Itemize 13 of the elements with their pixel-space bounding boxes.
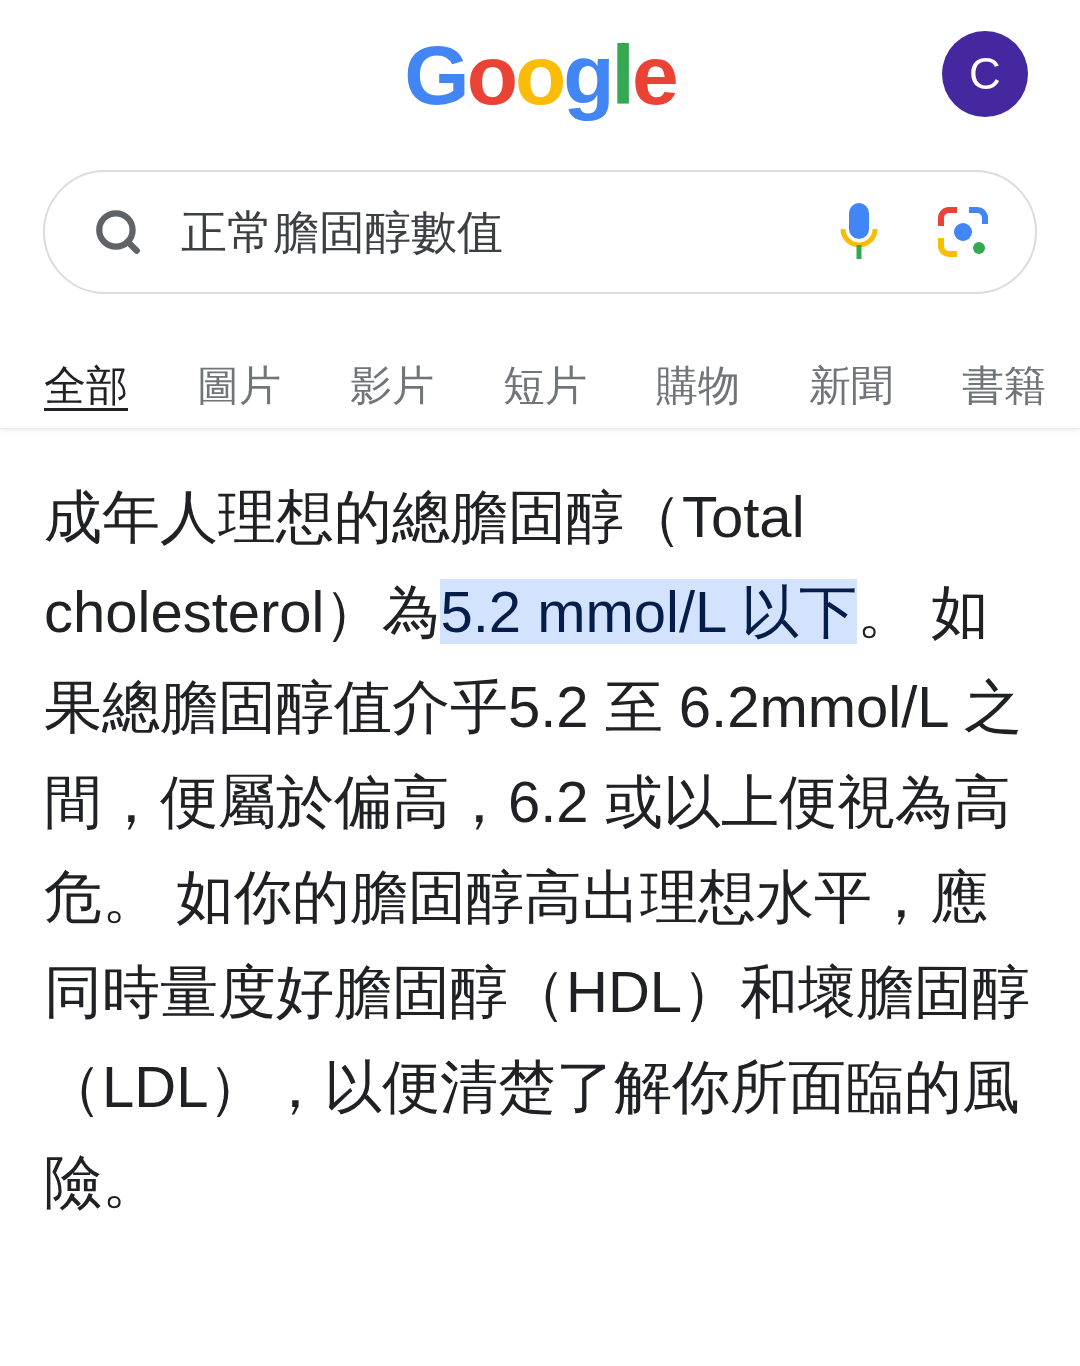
tab[interactable]: 圖片	[197, 358, 281, 414]
search-field[interactable]: 正常膽固醇數值	[43, 170, 1037, 294]
avatar[interactable]: C	[942, 31, 1028, 117]
answer-paragraph: 成年人理想的總膽固醇（Total cholesterol）為5.2 mmol/L 以下。 如果總膽固醇值介乎5.2 至 6.2mmol/L 之間，便屬於偏高，6.2 或以上便視為高危。 如你的膽固醇高出理想水平，應同時量度好膽固醇（HDL）和壞膽固醇（LDL），以便清楚了解你所面臨的風險。	[44, 483, 1032, 1216]
search-icon[interactable]	[93, 207, 143, 257]
camera-icon[interactable]	[937, 206, 989, 258]
tab[interactable]: 書籍	[962, 358, 1046, 414]
tab[interactable]: 影片	[350, 358, 434, 414]
tab[interactable]: 全部	[44, 358, 128, 414]
tab[interactable]: 購物	[656, 358, 740, 414]
tab[interactable]: 新聞	[809, 358, 893, 414]
tab[interactable]: 短片	[503, 358, 587, 414]
microphone-icon[interactable]	[839, 203, 879, 261]
